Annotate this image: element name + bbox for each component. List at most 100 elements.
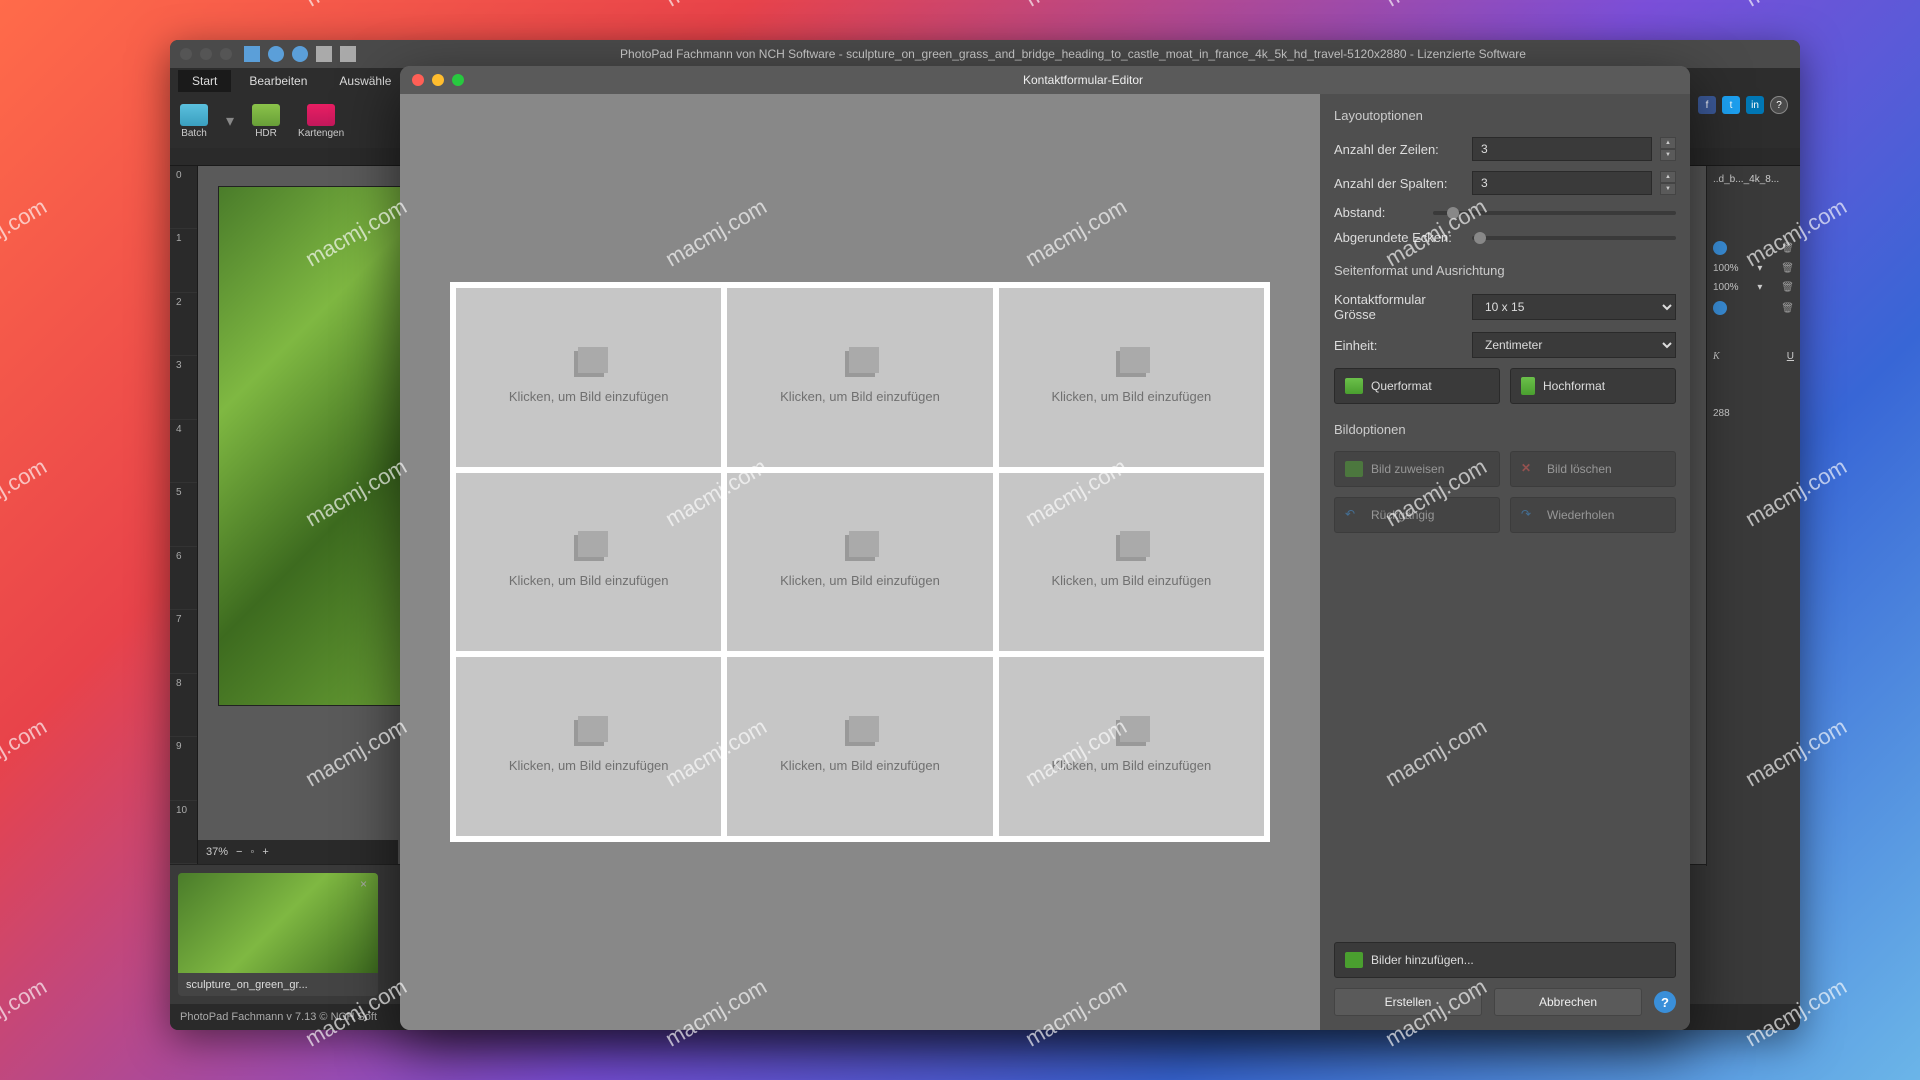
- zoom-in-icon[interactable]: +: [262, 846, 268, 858]
- ruler-tick: 9: [170, 737, 197, 800]
- create-button[interactable]: Erstellen: [1334, 988, 1482, 1016]
- help-icon[interactable]: ?: [1770, 96, 1788, 114]
- zoom-bar: 37% − ◦ +: [198, 840, 398, 864]
- tool-hdr[interactable]: HDR: [252, 104, 280, 139]
- tool-card[interactable]: Kartengen: [298, 104, 344, 139]
- step-down[interactable]: ▼: [1660, 183, 1676, 195]
- main-title-text: PhotoPad Fachmann von NCH Software - scu…: [356, 47, 1790, 61]
- image-placeholder-icon: [574, 535, 604, 561]
- step-down[interactable]: ▼: [1660, 149, 1676, 161]
- trash-icon[interactable]: 🗑: [1781, 303, 1794, 314]
- spacing-slider[interactable]: [1433, 211, 1676, 215]
- grid-cell[interactable]: Klicken, um Bild einzufügen: [999, 288, 1264, 467]
- grid-cell[interactable]: Klicken, um Bild einzufügen: [727, 657, 992, 836]
- close-icon[interactable]: ×: [360, 877, 374, 891]
- main-traffic-lights[interactable]: [180, 48, 232, 60]
- trash-icon[interactable]: 🗑: [1781, 243, 1794, 254]
- tool-batch[interactable]: Batch: [180, 104, 208, 139]
- zoom-out-icon[interactable]: −: [236, 846, 242, 858]
- ruler-tick: 1: [170, 229, 197, 292]
- grid-cell[interactable]: Klicken, um Bild einzufügen: [727, 288, 992, 467]
- grid-cell[interactable]: Klicken, um Bild einzufügen: [456, 657, 721, 836]
- unit-label: Einheit:: [1334, 338, 1464, 353]
- image-placeholder-icon: [845, 351, 875, 377]
- maximize-dot[interactable]: [220, 48, 232, 60]
- redo-icon[interactable]: [292, 46, 308, 62]
- section-page-format: Seitenformat und Ausrichtung: [1334, 263, 1676, 278]
- grid-cell[interactable]: Klicken, um Bild einzufügen: [999, 473, 1264, 652]
- italic-icon[interactable]: K: [1713, 351, 1720, 362]
- zoom-reset-icon[interactable]: ◦: [250, 846, 254, 858]
- grid-cell[interactable]: Klicken, um Bild einzufügen: [999, 657, 1264, 836]
- thumbnail-card[interactable]: × sculpture_on_green_gr...: [178, 873, 378, 996]
- redo-button: ↷ Wiederholen: [1510, 497, 1676, 533]
- rows-stepper[interactable]: ▲▼: [1660, 137, 1676, 161]
- trash-icon[interactable]: 🗑: [1781, 282, 1794, 293]
- close-button[interactable]: [412, 74, 424, 86]
- cancel-button[interactable]: Abbrechen: [1494, 988, 1642, 1016]
- chevron-down-icon[interactable]: ▾: [1757, 263, 1762, 274]
- status-text: PhotoPad Fachmann v 7.13 © NCH Soft: [180, 1011, 377, 1023]
- grid-cell[interactable]: Klicken, um Bild einzufügen: [456, 473, 721, 652]
- linkedin-icon[interactable]: in: [1746, 96, 1764, 114]
- hdr-icon: [252, 104, 280, 126]
- underline-icon[interactable]: U: [1787, 351, 1794, 362]
- save-icon[interactable]: [244, 46, 260, 62]
- maximize-button[interactable]: [452, 74, 464, 86]
- minimize-button[interactable]: [432, 74, 444, 86]
- unit-select[interactable]: Zentimeter: [1472, 332, 1676, 358]
- cell-label: Klicken, um Bild einzufügen: [509, 573, 669, 588]
- modal-titlebar: Kontaktformular-Editor: [400, 66, 1690, 94]
- landscape-label: Querformat: [1371, 379, 1432, 393]
- portrait-button[interactable]: Hochformat: [1510, 368, 1676, 404]
- tool-card-label: Kartengen: [298, 128, 344, 139]
- facebook-icon[interactable]: f: [1698, 96, 1716, 114]
- menu-edit[interactable]: Bearbeiten: [235, 70, 321, 92]
- ruler-tick: 7: [170, 610, 197, 673]
- trash-icon[interactable]: 🗑: [1781, 263, 1794, 274]
- add-images-icon: [1345, 952, 1363, 968]
- step-up[interactable]: ▲: [1660, 171, 1676, 183]
- cols-stepper[interactable]: ▲▼: [1660, 171, 1676, 195]
- slider-thumb[interactable]: [1447, 207, 1459, 219]
- grid-cell[interactable]: Klicken, um Bild einzufügen: [727, 473, 992, 652]
- undo-button: ↶Rückgängig: [1334, 497, 1500, 533]
- help-icon[interactable]: ?: [1654, 991, 1676, 1013]
- contact-sheet-editor-dialog: Kontaktformular-Editor Klicken, um Bild …: [400, 66, 1690, 1030]
- slider-thumb[interactable]: [1474, 232, 1486, 244]
- thumbnail-image: [178, 873, 378, 973]
- right-panel: ..d_b..._4k_8... 🗑 100%▾🗑 100%▾🗑 🗑 KU 28…: [1706, 166, 1800, 866]
- rows-input[interactable]: [1472, 137, 1652, 161]
- menu-start[interactable]: Start: [178, 70, 231, 92]
- ruler-tick: 3: [170, 356, 197, 419]
- cell-label: Klicken, um Bild einzufügen: [780, 389, 940, 404]
- corners-slider[interactable]: [1472, 236, 1676, 240]
- step-up[interactable]: ▲: [1660, 137, 1676, 149]
- twitter-icon[interactable]: t: [1722, 96, 1740, 114]
- size-select[interactable]: 10 x 15: [1472, 294, 1676, 320]
- dropdown-caret[interactable]: ▾: [226, 111, 234, 131]
- ruler-tick: 2: [170, 293, 197, 356]
- cell-label: Klicken, um Bild einzufügen: [509, 389, 669, 404]
- modal-canvas: Klicken, um Bild einzufügen Klicken, um …: [400, 94, 1320, 1030]
- redo-label: Wiederholen: [1547, 508, 1614, 522]
- opacity-value-2: 100%: [1713, 282, 1739, 293]
- chevron-down-icon[interactable]: ▾: [1757, 282, 1762, 293]
- portrait-label: Hochformat: [1543, 379, 1605, 393]
- minimize-dot[interactable]: [200, 48, 212, 60]
- cols-input[interactable]: [1472, 171, 1652, 195]
- cell-label: Klicken, um Bild einzufügen: [1051, 573, 1211, 588]
- undo-label: Rückgängig: [1371, 508, 1434, 522]
- close-dot[interactable]: [180, 48, 192, 60]
- menu-select[interactable]: Auswähle: [325, 70, 405, 92]
- target-icon[interactable]: [1713, 241, 1727, 255]
- redo-icon: ↷: [1521, 507, 1539, 523]
- undo-icon[interactable]: [268, 46, 284, 62]
- landscape-button[interactable]: Querformat: [1334, 368, 1500, 404]
- target-icon[interactable]: [1713, 301, 1727, 315]
- copy-icon[interactable]: [316, 46, 332, 62]
- add-images-button[interactable]: Bilder hinzufügen...: [1334, 942, 1676, 978]
- grid-cell[interactable]: Klicken, um Bild einzufügen: [456, 288, 721, 467]
- remove-image-button: ✕Bild löschen: [1510, 451, 1676, 487]
- paste-icon[interactable]: [340, 46, 356, 62]
